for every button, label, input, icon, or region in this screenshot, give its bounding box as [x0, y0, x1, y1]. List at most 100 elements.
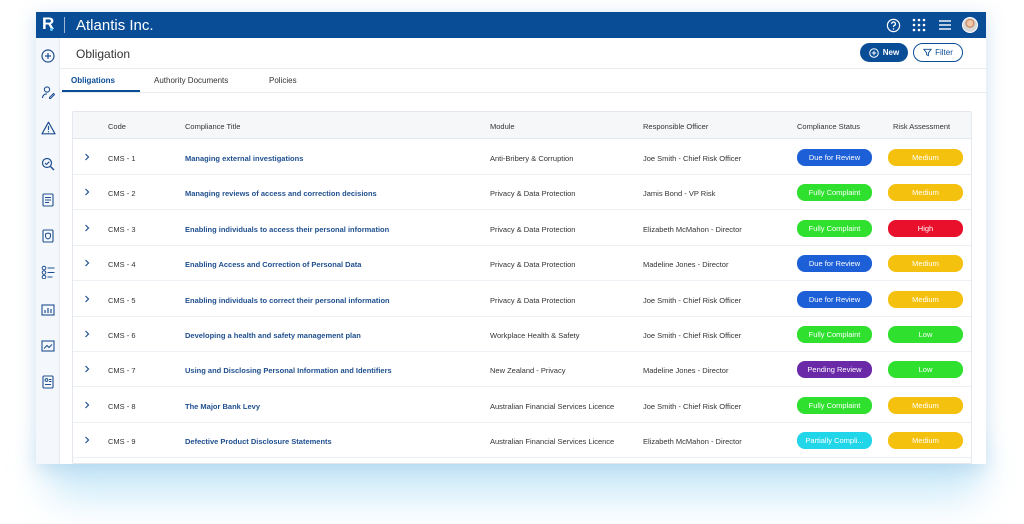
- risk-badge[interactable]: High: [888, 219, 963, 237]
- chevron-right-icon[interactable]: [83, 152, 91, 162]
- table-row[interactable]: CMS - 2 Managing reviews of access and co…: [73, 175, 971, 211]
- cell-code: CMS - 3: [108, 224, 136, 234]
- table-header: Code Compliance Title Module Responsible…: [73, 112, 971, 139]
- main-content: Obligation New Filter Obligations Author…: [60, 38, 986, 464]
- risk-badge[interactable]: Medium: [888, 149, 963, 166]
- column-header-code[interactable]: Code: [108, 122, 126, 131]
- logo-dot: [50, 28, 53, 31]
- tab-bar: Obligations Authority Documents Policies: [60, 69, 986, 93]
- status-badge[interactable]: Partially Compli...: [797, 432, 872, 450]
- chevron-right-icon[interactable]: [83, 258, 91, 268]
- app-logo[interactable]: R: [42, 14, 62, 36]
- status-badge[interactable]: Due for Review: [797, 290, 872, 308]
- risk-badge[interactable]: Low: [888, 326, 963, 343]
- add-circle-icon[interactable]: [40, 48, 56, 64]
- cell-module: Anti-Bribery & Corruption: [490, 154, 574, 163]
- chevron-right-icon[interactable]: [83, 400, 91, 410]
- shield-document-icon[interactable]: [40, 228, 56, 244]
- cell-title-link[interactable]: Using and Disclosing Personal Informatio…: [185, 366, 392, 375]
- user-avatar[interactable]: [962, 17, 978, 33]
- risk-badge[interactable]: Medium: [888, 184, 963, 202]
- cell-module: Privacy & Data Protection: [490, 224, 576, 234]
- cell-code: CMS - 4: [108, 260, 136, 270]
- status-badge[interactable]: Fully Complaint: [797, 396, 872, 414]
- table-row[interactable]: CMS - 7 Using and Disclosing Personal Inf…: [73, 352, 971, 388]
- tab-authority-documents[interactable]: Authority Documents: [154, 76, 228, 85]
- table-row[interactable]: CMS - 9 Defective Product Disclosure Stat…: [73, 423, 971, 459]
- filter-icon: [923, 48, 933, 57]
- menu-icon[interactable]: [936, 16, 954, 34]
- user-edit-icon[interactable]: [40, 84, 56, 100]
- status-badge[interactable]: Pending Review: [797, 361, 872, 379]
- status-badge[interactable]: Fully Complaint: [797, 184, 872, 202]
- page-title: Obligation: [76, 47, 131, 61]
- cell-officer: Joe Smith - Chief Risk Officer: [643, 295, 742, 305]
- help-icon[interactable]: [884, 16, 902, 34]
- table-row[interactable]: CMS - 8 The Major Bank Levy Australian Fin…: [73, 387, 971, 423]
- cell-title-link[interactable]: Enabling individuals to access their per…: [185, 225, 389, 234]
- report-chart-icon[interactable]: [40, 302, 56, 318]
- app-window: R Atlantis Inc. Obligation New Filter Ob…: [36, 12, 986, 464]
- new-button[interactable]: New: [860, 43, 908, 62]
- search-check-icon[interactable]: [40, 156, 56, 172]
- cell-title-link[interactable]: Enabling Access and Correction of Person…: [185, 260, 361, 269]
- id-card-icon[interactable]: [40, 374, 56, 390]
- chevron-right-icon[interactable]: [83, 364, 91, 374]
- table-row[interactable]: CMS - 6 Developing a health and safety ma…: [73, 317, 971, 352]
- column-header-title[interactable]: Compliance Title: [185, 122, 240, 131]
- warning-icon[interactable]: [40, 120, 56, 136]
- cell-code: CMS - 5: [108, 295, 136, 305]
- plus-circle-icon: [868, 47, 879, 58]
- document-icon[interactable]: [40, 192, 56, 208]
- cell-title-link[interactable]: Defective Product Disclosure Statements: [185, 437, 332, 446]
- cell-title-link[interactable]: Managing external investigations: [185, 154, 303, 163]
- chevron-right-icon[interactable]: [83, 187, 91, 197]
- risk-badge[interactable]: Medium: [888, 255, 963, 273]
- table-row[interactable]: CMS - 4 Enabling Access and Correction of…: [73, 246, 971, 282]
- filter-button-label: Filter: [935, 48, 953, 57]
- checklist-icon[interactable]: [40, 264, 56, 280]
- company-name: Atlantis Inc.: [76, 17, 154, 34]
- cell-title-link[interactable]: The Major Bank Levy: [185, 402, 260, 411]
- column-header-risk[interactable]: Risk Assessment: [893, 122, 950, 131]
- risk-badge[interactable]: Medium: [888, 396, 963, 414]
- trend-chart-icon[interactable]: [40, 338, 56, 354]
- cell-module: Privacy & Data Protection: [490, 260, 576, 270]
- cell-officer: Joe Smith - Chief Risk Officer: [643, 154, 742, 163]
- chevron-right-icon[interactable]: [83, 223, 91, 233]
- cell-title-link[interactable]: Developing a health and safety managemen…: [185, 331, 361, 340]
- status-badge[interactable]: Due for Review: [797, 255, 872, 273]
- risk-badge[interactable]: Low: [888, 361, 963, 379]
- filter-button[interactable]: Filter: [913, 43, 963, 62]
- cell-title-link[interactable]: Managing reviews of access and correctio…: [185, 189, 377, 198]
- cell-officer: Elizabeth McMahon - Director: [643, 437, 742, 447]
- apps-grid-icon[interactable]: [910, 16, 928, 34]
- cell-module: Workplace Health & Safety: [490, 331, 580, 340]
- table-row[interactable]: CMS - 5 Enabling individuals to correct t…: [73, 281, 971, 317]
- tab-policies[interactable]: Policies: [269, 76, 297, 85]
- status-badge[interactable]: Fully Complaint: [797, 326, 872, 343]
- status-badge[interactable]: Due for Review: [797, 149, 872, 166]
- column-header-module[interactable]: Module: [490, 122, 515, 131]
- chevron-right-icon[interactable]: [83, 294, 91, 304]
- cell-code: CMS - 8: [108, 401, 136, 411]
- column-header-officer[interactable]: Responsible Officer: [643, 122, 708, 131]
- cell-officer: Madeline Jones - Director: [643, 260, 729, 270]
- table-row[interactable]: CMS - 3 Enabling individuals to access th…: [73, 210, 971, 246]
- top-icons: [884, 16, 978, 34]
- cell-code: CMS - 2: [108, 189, 136, 199]
- risk-badge[interactable]: Medium: [888, 432, 963, 450]
- obligations-table: Code Compliance Title Module Responsible…: [72, 111, 972, 464]
- status-badge[interactable]: Fully Complaint: [797, 219, 872, 237]
- column-header-status[interactable]: Compliance Status: [797, 122, 860, 131]
- tab-obligations[interactable]: Obligations: [71, 76, 115, 85]
- cell-officer: Jamis Bond - VP Risk: [643, 189, 716, 199]
- risk-badge[interactable]: Medium: [888, 290, 963, 308]
- chevron-right-icon[interactable]: [83, 329, 91, 339]
- table-row[interactable]: CMS - 1 Managing external investigations A…: [73, 140, 971, 175]
- cell-officer: Joe Smith - Chief Risk Officer: [643, 331, 742, 340]
- sidebar: [36, 38, 60, 464]
- cell-code: CMS - 7: [108, 366, 136, 376]
- cell-title-link[interactable]: Enabling individuals to correct their pe…: [185, 296, 390, 305]
- chevron-right-icon[interactable]: [83, 435, 91, 445]
